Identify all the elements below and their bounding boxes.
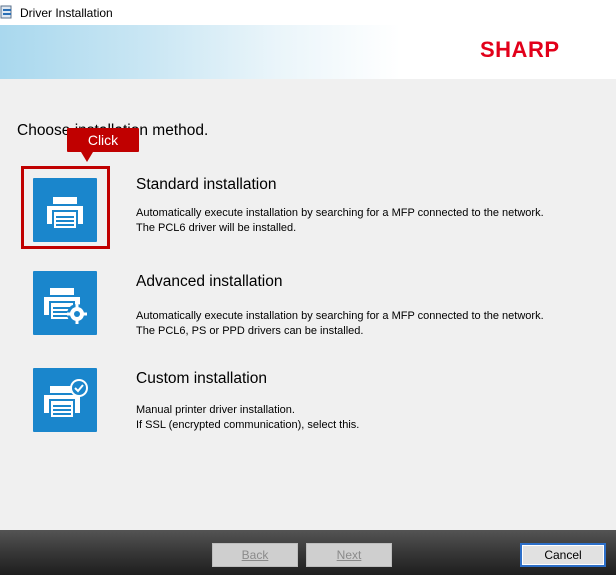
app-icon [0,5,12,19]
standard-installation-title[interactable]: Standard installation [136,176,276,194]
custom-installation-button[interactable] [33,368,97,432]
click-callout: Click [67,128,139,152]
printer-icon [47,197,83,230]
advanced-installation-desc-1: Automatically execute installation by se… [136,310,544,322]
callout-pointer [81,152,93,162]
title-bar: Driver Installation [0,0,616,25]
advanced-installation-button[interactable] [33,271,97,335]
next-button[interactable]: Next [306,543,392,567]
printer-gear-icon [44,288,87,324]
printer-check-icon [44,379,88,419]
custom-installation-desc-2: If SSL (encrypted communication), select… [136,419,360,431]
standard-installation-button[interactable] [33,178,97,242]
standard-installation-desc-2: The PCL6 driver will be installed. [136,222,297,234]
back-button[interactable]: Back [212,543,298,567]
custom-installation-desc-1: Manual printer driver installation. [136,404,295,416]
advanced-installation-desc-2: The PCL6, PS or PPD drivers can be insta… [136,325,364,337]
brand-logo: SHARP [480,37,560,62]
custom-installation-title[interactable]: Custom installation [136,370,267,388]
cancel-button[interactable]: Cancel [520,543,606,567]
advanced-installation-title[interactable]: Advanced installation [136,273,283,291]
standard-installation-desc-1: Automatically execute installation by se… [136,207,544,219]
window-title: Driver Installation [20,6,113,20]
